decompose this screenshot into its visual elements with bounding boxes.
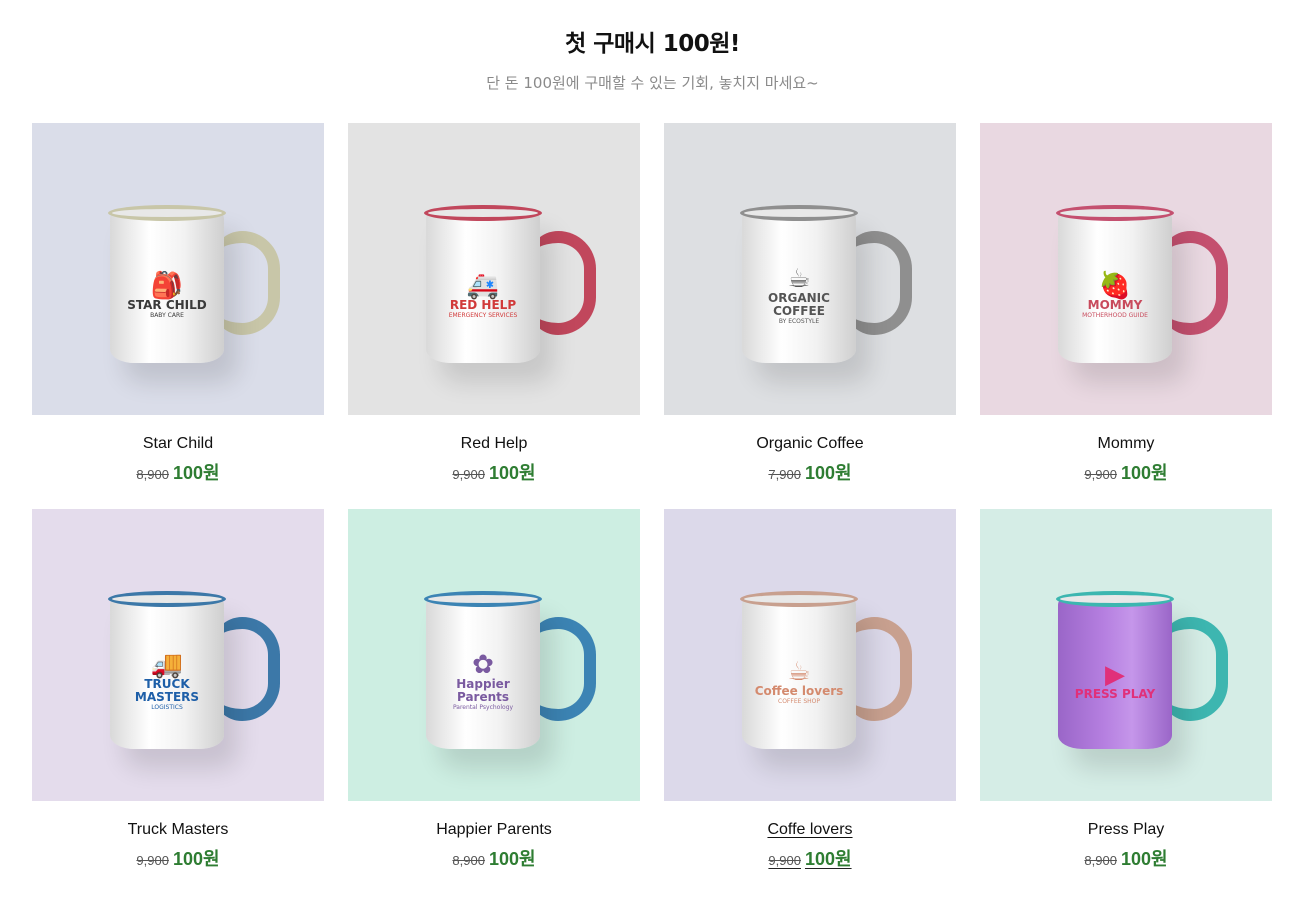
logo-subtext: BY ECOSTYLE [778, 318, 820, 326]
mug-logo: ☕ Coffee lovers COFFEE SHOP [754, 637, 844, 727]
mug-logo: 🚑 RED HELP EMERGENCY SERVICES [438, 251, 528, 341]
original-price: 8,900 [136, 467, 169, 482]
product-price: 7,900 100원 [664, 459, 956, 485]
backpack-icon: 🎒 [150, 270, 184, 301]
mug-rim [740, 205, 858, 221]
product-grid: 🎒 STAR CHILD BABY CARE Star Child 8,900 100원 🚑… [32, 123, 1272, 869]
product-price: 9,900 100원 [348, 459, 640, 485]
original-price: 8,900 [452, 853, 485, 868]
logo-text: RED HELP [449, 297, 517, 312]
logo-subtext: MOTHERHOOD GUIDE [1082, 312, 1148, 320]
sale-price: 100원 [172, 463, 220, 483]
mug-rim [1056, 205, 1174, 221]
product-name[interactable]: Truck Masters [32, 821, 324, 839]
mug-rim [1056, 591, 1174, 607]
sale-price: 100원 [804, 849, 852, 869]
product-card[interactable]: ☕ ORGANIC COFFEE BY ECOSTYLE Organic Coffee… [664, 123, 956, 483]
logo-subtext: LOGISTICS [151, 704, 183, 712]
logo-subtext: BABY CARE [150, 312, 184, 320]
mug-rim [424, 205, 542, 221]
page-subtitle: 단 돈 100원에 구매할 수 있는 기회, 놓치지 마세요~ [486, 74, 819, 92]
logo-text: STAR CHILD [127, 297, 207, 312]
logo-subtext: COFFEE SHOP [778, 698, 820, 706]
product-image[interactable]: ✿ Happier Parents Parental Psychology [348, 509, 640, 801]
page: 첫 구매시 100원! 단 돈 100원에 구매할 수 있는 기회, 놓치지 마… [0, 0, 1305, 913]
logo-text: Coffee lovers [754, 683, 844, 698]
sale-price: 100원 [488, 849, 536, 869]
page-title: 첫 구매시 100원! [565, 31, 740, 57]
play-icon: ▶ [1105, 659, 1125, 690]
mug-logo: 🍓 MOMMY MOTHERHOOD GUIDE [1070, 251, 1160, 341]
coffee-branch-icon: ☕ [787, 264, 811, 295]
mug-logo: 🎒 STAR CHILD BABY CARE [122, 251, 212, 341]
original-price: 9,900 [1084, 467, 1117, 482]
product-name[interactable]: Happier Parents [348, 821, 640, 839]
mug-rim [108, 205, 226, 221]
original-price: 9,900 [136, 853, 169, 868]
mug-logo: ✿ Happier Parents Parental Psychology [438, 637, 528, 727]
product-card[interactable]: ✿ Happier Parents Parental Psychology Happi… [348, 509, 640, 869]
sale-price: 100원 [1120, 849, 1168, 869]
product-name[interactable]: Star Child [32, 435, 324, 453]
truck-icon: 🚚 [150, 650, 184, 681]
product-card[interactable]: 🚚 TRUCK MASTERS LOGISTICS Truck Masters 9,90… [32, 509, 324, 869]
sale-price: 100원 [1120, 463, 1168, 483]
product-name[interactable]: Organic Coffee [664, 435, 956, 453]
product-image[interactable]: ☕ ORGANIC COFFEE BY ECOSTYLE [664, 123, 956, 415]
sale-price: 100원 [172, 849, 220, 869]
product-image[interactable]: 🍓 MOMMY MOTHERHOOD GUIDE [980, 123, 1272, 415]
product-name[interactable]: Mommy [980, 435, 1272, 453]
logo-text: Happier Parents [456, 677, 510, 704]
ambulance-icon: 🚑 [466, 270, 500, 301]
logo-subtext: Parental Psychology [452, 704, 514, 712]
mug-logo: ▶ PRESS PLAY [1070, 637, 1160, 727]
product-image[interactable]: 🎒 STAR CHILD BABY CARE [32, 123, 324, 415]
product-name[interactable]: Coffe lovers [664, 821, 956, 839]
mug-logo: 🚚 TRUCK MASTERS LOGISTICS [122, 637, 212, 727]
product-price: 9,900 100원 [32, 845, 324, 871]
product-image[interactable]: ☕ Coffee lovers COFFEE SHOP [664, 509, 956, 801]
product-name[interactable]: Red Help [348, 435, 640, 453]
grinder-icon: ☕ [787, 656, 811, 687]
original-price: 9,900 [768, 853, 801, 868]
product-name[interactable]: Press Play [980, 821, 1272, 839]
product-image[interactable]: 🚚 TRUCK MASTERS LOGISTICS [32, 509, 324, 801]
sale-price: 100원 [804, 463, 852, 483]
product-price: 8,900 100원 [980, 845, 1272, 871]
product-card[interactable]: 🚑 RED HELP EMERGENCY SERVICES Red Help 9,900… [348, 123, 640, 483]
mug-rim [108, 591, 226, 607]
product-price: 8,900 100원 [32, 459, 324, 485]
product-card[interactable]: 🎒 STAR CHILD BABY CARE Star Child 8,900 100원 [32, 123, 324, 483]
logo-subtext: EMERGENCY SERVICES [448, 312, 518, 320]
sale-price: 100원 [488, 463, 536, 483]
original-price: 7,900 [768, 467, 801, 482]
product-price: 8,900 100원 [348, 845, 640, 871]
product-image[interactable]: ▶ PRESS PLAY [980, 509, 1272, 801]
product-card[interactable]: ☕ Coffee lovers COFFEE SHOP Coffe lovers 9,9… [664, 509, 956, 869]
mug-rim [424, 591, 542, 607]
flower-icon: ✿ [472, 650, 494, 681]
logo-text: ORGANIC COFFEE [768, 291, 830, 318]
strawberry-icon: 🍓 [1098, 270, 1132, 301]
logo-text: TRUCK MASTERS [134, 677, 200, 704]
mug-rim [740, 591, 858, 607]
mug-logo: ☕ ORGANIC COFFEE BY ECOSTYLE [754, 251, 844, 341]
product-price: 9,900 100원 [664, 845, 956, 871]
logo-text: MOMMY [1087, 297, 1143, 312]
original-price: 9,900 [452, 467, 485, 482]
product-price: 9,900 100원 [980, 459, 1272, 485]
original-price: 8,900 [1084, 853, 1117, 868]
product-card[interactable]: ▶ PRESS PLAY Press Play 8,900 100원 [980, 509, 1272, 869]
product-image[interactable]: 🚑 RED HELP EMERGENCY SERVICES [348, 123, 640, 415]
product-card[interactable]: 🍓 MOMMY MOTHERHOOD GUIDE Mommy 9,900 100원 [980, 123, 1272, 483]
logo-text: PRESS PLAY [1074, 686, 1156, 701]
